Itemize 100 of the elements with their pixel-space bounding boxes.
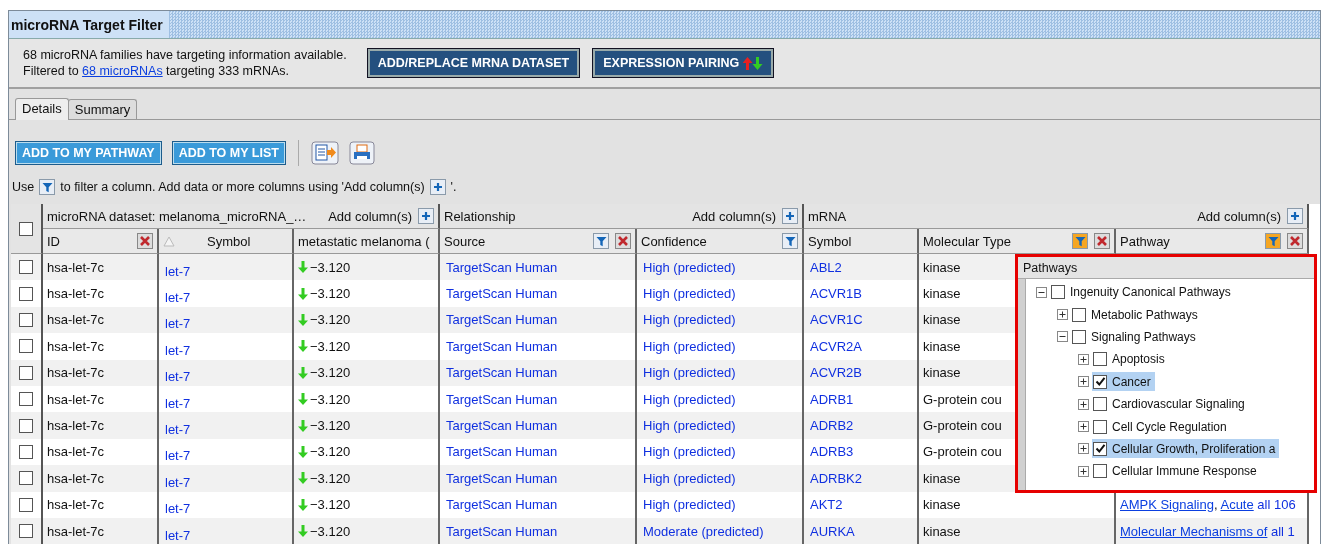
expression-value: −3.120 bbox=[310, 418, 351, 434]
source-link[interactable]: TargetScan Human bbox=[446, 286, 558, 302]
symbol-link[interactable]: let-7 bbox=[165, 501, 191, 517]
expand-icon[interactable] bbox=[1078, 443, 1089, 455]
molecular-type-cell: kinase bbox=[923, 312, 961, 328]
symbol-link[interactable]: let-7 bbox=[165, 474, 191, 490]
tree-checkbox[interactable] bbox=[1093, 419, 1107, 434]
expand-icon[interactable] bbox=[1078, 421, 1089, 433]
confidence-link[interactable]: High (predicted) bbox=[643, 391, 736, 407]
filter-button[interactable] bbox=[782, 233, 798, 249]
symbol-link[interactable]: let-7 bbox=[165, 369, 191, 385]
row-checkbox[interactable] bbox=[19, 444, 33, 459]
expression-pairing-button[interactable]: EXPRESSION PAIRING bbox=[592, 48, 775, 78]
row-checkbox[interactable] bbox=[19, 418, 33, 433]
source-link[interactable]: TargetScan Human bbox=[446, 497, 558, 513]
symbol-link[interactable]: let-7 bbox=[165, 422, 191, 438]
pathway-link[interactable]: AMPK Signaling bbox=[1120, 497, 1214, 513]
id-cell: hsa-let-7c bbox=[47, 418, 105, 434]
row-checkbox[interactable] bbox=[19, 312, 33, 327]
tree-item[interactable]: Signaling Pathways bbox=[1071, 327, 1200, 347]
remove-column-button[interactable] bbox=[1287, 233, 1303, 249]
gene-symbol-link[interactable]: ADRB3 bbox=[810, 444, 854, 460]
row-checkbox[interactable] bbox=[19, 524, 33, 539]
tree-item[interactable]: Cancer bbox=[1092, 372, 1155, 392]
expression-value: −3.120 bbox=[310, 444, 351, 460]
column-header[interactable]: ID bbox=[47, 233, 60, 249]
source-link[interactable]: TargetScan Human bbox=[446, 391, 558, 407]
tab[interactable]: Details bbox=[15, 98, 69, 120]
symbol-link[interactable]: let-7 bbox=[165, 395, 191, 411]
collapse-icon[interactable] bbox=[1036, 286, 1047, 298]
gene-symbol-link[interactable]: ACVR1B bbox=[810, 286, 863, 302]
tree-checkbox[interactable] bbox=[1051, 285, 1065, 300]
tree-checkbox[interactable] bbox=[1093, 441, 1107, 456]
gene-symbol-link[interactable]: ABL2 bbox=[810, 259, 842, 275]
row-checkbox[interactable] bbox=[19, 365, 33, 380]
confidence-link[interactable]: High (predicted) bbox=[643, 338, 736, 354]
id-cell: hsa-let-7c bbox=[47, 391, 105, 407]
tree-item[interactable]: Ingenuity Canonical Pathways bbox=[1050, 282, 1235, 302]
remove-column-button[interactable] bbox=[615, 233, 631, 249]
gene-symbol-link[interactable]: ACVR2A bbox=[810, 338, 863, 354]
tree-checkbox[interactable] bbox=[1093, 464, 1107, 479]
add-column-button[interactable] bbox=[782, 208, 798, 224]
symbol-link[interactable]: let-7 bbox=[165, 316, 191, 332]
tree-item[interactable]: Cell Cycle Regulation bbox=[1092, 417, 1231, 437]
row-checkbox[interactable] bbox=[19, 497, 33, 512]
row-checkbox[interactable] bbox=[19, 260, 33, 275]
tab[interactable]: Summary bbox=[67, 99, 138, 119]
tree-checkbox[interactable] bbox=[1093, 374, 1107, 389]
row-checkbox[interactable] bbox=[19, 392, 33, 407]
targeting-info-text: 68 microRNA families have targeting information available. bbox=[23, 47, 347, 63]
symbol-link[interactable]: let-7 bbox=[165, 342, 191, 358]
plus-icon bbox=[785, 211, 795, 221]
symbol-link[interactable]: let-7 bbox=[165, 527, 191, 543]
expression-value: −3.120 bbox=[310, 338, 351, 354]
tree-item[interactable]: Metabolic Pathways bbox=[1071, 305, 1202, 325]
add-column-button[interactable] bbox=[1287, 208, 1303, 224]
symbol-link[interactable]: let-7 bbox=[165, 263, 191, 279]
print-icon[interactable] bbox=[348, 141, 375, 165]
tree-checkbox[interactable] bbox=[1093, 352, 1107, 367]
filter-button[interactable] bbox=[1072, 233, 1088, 249]
remove-column-button[interactable] bbox=[1094, 233, 1110, 249]
add-column-label: Add column(s) bbox=[692, 208, 776, 224]
gene-symbol-link[interactable]: AKT2 bbox=[810, 497, 843, 513]
microrna-count-link[interactable]: 68 microRNAs bbox=[82, 64, 163, 78]
tree-checkbox[interactable] bbox=[1072, 307, 1086, 322]
tree-item[interactable]: Cellular Growth, Proliferation a bbox=[1092, 439, 1280, 459]
confidence-link[interactable]: High (predicted) bbox=[643, 444, 736, 460]
filter-button[interactable] bbox=[593, 233, 609, 249]
row-checkbox[interactable] bbox=[19, 286, 33, 301]
select-all-checkbox[interactable] bbox=[19, 221, 33, 236]
confidence-link[interactable]: High (predicted) bbox=[643, 286, 736, 302]
add-column-button[interactable] bbox=[418, 208, 434, 224]
expand-icon[interactable] bbox=[1078, 353, 1089, 365]
symbol-link[interactable]: let-7 bbox=[165, 448, 191, 464]
expand-icon[interactable] bbox=[1078, 376, 1089, 388]
dataset-button[interactable]: ADD/REPLACE MRNA DATASET bbox=[366, 48, 581, 78]
expand-icon[interactable] bbox=[1078, 465, 1089, 477]
collapse-icon[interactable] bbox=[1057, 331, 1068, 343]
remove-column-button[interactable] bbox=[137, 233, 153, 249]
tree-checkbox[interactable] bbox=[1093, 397, 1107, 412]
expand-icon[interactable] bbox=[1057, 309, 1068, 321]
filter-button[interactable] bbox=[1265, 233, 1281, 249]
pathway-link[interactable]: Acute bbox=[1220, 497, 1254, 513]
gene-symbol-link[interactable]: ADRB1 bbox=[810, 391, 854, 407]
column-header[interactable]: Source bbox=[444, 233, 486, 249]
pathway-link[interactable]: Molecular Mechanisms of bbox=[1120, 523, 1268, 539]
tree-item[interactable]: Apoptosis bbox=[1092, 349, 1169, 369]
tree-item[interactable]: Cardiovascular Signaling bbox=[1092, 394, 1249, 414]
column-group-title: microRNA dataset: melanoma_microRNA_… bbox=[47, 208, 307, 224]
source-link[interactable]: TargetScan Human bbox=[446, 338, 558, 354]
tree-item[interactable]: Cellular Immune Response bbox=[1092, 461, 1261, 481]
row-checkbox[interactable] bbox=[19, 339, 33, 354]
expand-icon[interactable] bbox=[1078, 398, 1089, 410]
export-icon[interactable] bbox=[310, 141, 339, 165]
row-checkbox[interactable] bbox=[19, 471, 33, 486]
symbol-link[interactable]: let-7 bbox=[165, 290, 191, 306]
tree-checkbox[interactable] bbox=[1072, 329, 1086, 344]
source-link[interactable]: TargetScan Human bbox=[446, 444, 558, 460]
confidence-link[interactable]: High (predicted) bbox=[643, 497, 736, 513]
column-header[interactable]: Pathway bbox=[1120, 233, 1170, 249]
